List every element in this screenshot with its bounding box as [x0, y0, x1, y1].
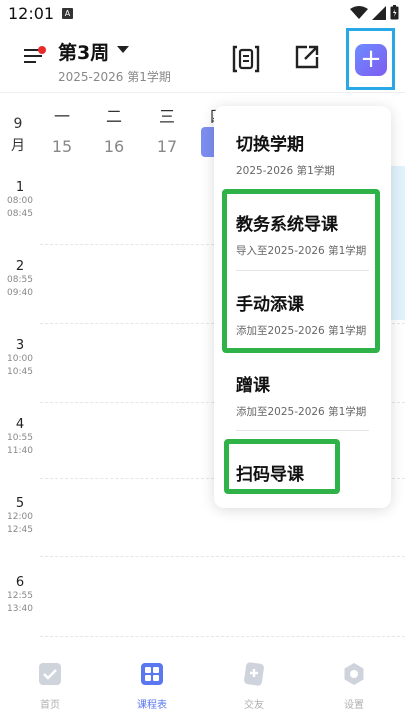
add-button[interactable]: + [355, 44, 387, 76]
status-bar: 12:01 A [0, 0, 405, 28]
highlight-box-import-manual [222, 189, 380, 353]
status-time: 12:01 [8, 4, 55, 23]
day-col-tue: 二 16 [103, 107, 125, 156]
nav-home[interactable]: 首页 [20, 662, 80, 711]
signal-icon [372, 5, 386, 20]
bracket-page-icon[interactable] [232, 44, 260, 74]
month-label: 9 月 [11, 116, 25, 154]
nav-settings[interactable]: 设置 [324, 662, 384, 711]
menu-item-switch-term[interactable]: 切换学期 2025-2026 第1学期 [236, 130, 376, 178]
notification-dot [38, 46, 46, 54]
notification-icon: A [62, 8, 73, 19]
add-button-frame: + [346, 28, 395, 90]
nav-friends[interactable]: 交友 [224, 662, 284, 711]
period-6: 6 12:55 13:40 [7, 575, 33, 614]
period-5: 5 12:00 12:45 [7, 496, 33, 535]
row-divider [40, 556, 405, 557]
chevron-down-icon[interactable] [117, 46, 129, 53]
period-4: 4 10:55 11:40 [7, 417, 33, 456]
friends-icon [244, 662, 264, 686]
wifi-icon [350, 5, 368, 19]
menu-divider [236, 430, 369, 431]
day-col-wed: 三 17 [156, 107, 178, 156]
period-2: 2 08:55 09:40 [7, 259, 33, 298]
battery-icon [390, 5, 399, 20]
grid-icon [141, 663, 163, 685]
bottom-nav: 首页 课程表 交友 设置 [0, 650, 405, 720]
status-icons [350, 5, 399, 20]
highlight-box-scan [224, 439, 340, 494]
week-title[interactable]: 第3周 [58, 38, 109, 65]
period-3: 3 10:00 10:45 [7, 338, 33, 377]
today-marker [201, 127, 215, 157]
menu-item-audit-class[interactable]: 蹭课 添加至2025-2026 第1学期 [236, 371, 376, 419]
row-divider [40, 636, 405, 637]
period-1: 1 08:00 08:45 [7, 180, 33, 219]
header: 第3周 2025-2026 第1学期 [0, 30, 405, 92]
nav-schedule[interactable]: 课程表 [122, 662, 182, 711]
settings-icon [344, 663, 364, 685]
home-check-icon [39, 663, 61, 685]
share-icon[interactable] [294, 44, 320, 70]
term-subtitle: 2025-2026 第1学期 [58, 70, 171, 84]
day-col-mon: 一 15 [51, 107, 73, 156]
